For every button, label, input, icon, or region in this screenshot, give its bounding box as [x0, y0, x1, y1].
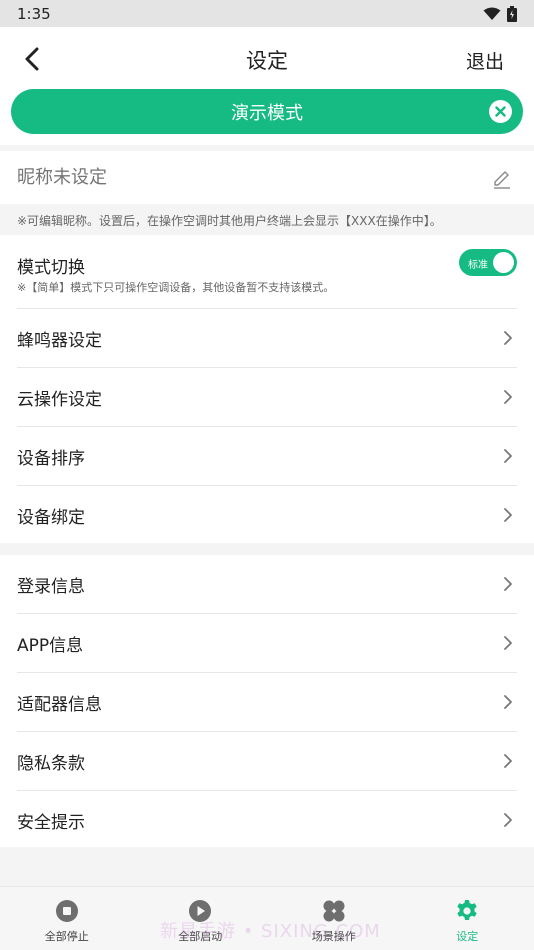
mode-switch-description: ※【简单】模式下只可操作空调设备，其他设备暂不支持该模式。 — [17, 281, 335, 294]
tab-settings[interactable]: 设定 — [401, 887, 534, 950]
chevron-right-icon — [504, 449, 512, 463]
chevron-right-icon — [504, 636, 512, 650]
settings-item-safety-tips[interactable]: 安全提示 — [17, 791, 517, 850]
settings-section-2: 登录信息 APP信息 适配器信息 隐私条款 安全提示 — [0, 555, 534, 847]
settings-item-buzzer[interactable]: 蜂鸣器设定 — [17, 309, 517, 368]
settings-item-privacy-policy[interactable]: 隐私条款 — [17, 732, 517, 791]
status-time: 1:35 — [17, 4, 51, 23]
back-button[interactable] — [16, 43, 48, 75]
mode-toggle[interactable]: 标准 — [459, 249, 517, 276]
clover-icon — [323, 900, 345, 922]
demo-banner-container: 演示模式 — [0, 89, 534, 145]
mode-toggle-text: 标准 — [468, 260, 488, 271]
header: 设定 退出 — [0, 27, 534, 89]
status-icons — [483, 5, 517, 22]
logout-button[interactable]: 退出 — [466, 47, 504, 74]
chevron-right-icon — [504, 331, 512, 345]
tab-label: 场景操作 — [311, 930, 356, 943]
tab-stop-all[interactable]: 全部停止 — [0, 887, 134, 950]
chevron-right-icon — [504, 577, 512, 591]
settings-item-adapter-info[interactable]: 适配器信息 — [17, 673, 517, 732]
chevron-right-icon — [504, 508, 512, 522]
battery-icon — [507, 5, 517, 22]
page-title: 设定 — [246, 49, 288, 73]
nickname-row — [0, 151, 534, 204]
pencil-icon[interactable] — [491, 167, 513, 189]
demo-mode-banner: 演示模式 — [11, 89, 523, 134]
settings-item-label: 登录信息 — [17, 576, 85, 597]
play-circle-icon — [189, 900, 212, 922]
demo-mode-close-button[interactable] — [489, 100, 512, 123]
settings-item-label: 设备绑定 — [17, 508, 85, 528]
settings-item-device-binding[interactable]: 设备绑定 — [17, 486, 517, 545]
settings-item-app-info[interactable]: APP信息 — [17, 614, 517, 673]
gear-icon — [457, 900, 477, 920]
mode-switch-row: 模式切换 ※【简单】模式下只可操作空调设备，其他设备暂不支持该模式。 标准 — [17, 235, 517, 309]
settings-item-label: 蜂鸣器设定 — [17, 330, 102, 351]
tab-scene-operation[interactable]: 场景操作 — [267, 887, 401, 950]
tab-label: 全部停止 — [44, 930, 89, 943]
settings-item-label: 云操作设定 — [17, 389, 102, 410]
bottom-tab-bar: 全部停止 全部启动 场景操作 设定 — [0, 886, 534, 950]
tab-label: 全部启动 — [178, 930, 223, 943]
settings-item-login-info[interactable]: 登录信息 — [17, 555, 517, 614]
toggle-knob — [493, 252, 514, 273]
stop-circle-icon — [55, 900, 78, 922]
settings-item-label: 隐私条款 — [17, 753, 85, 774]
mode-switch-label: 模式切换 — [17, 258, 85, 278]
chevron-right-icon — [504, 754, 512, 768]
chevron-left-icon — [25, 47, 39, 71]
close-icon — [495, 106, 506, 117]
chevron-right-icon — [504, 390, 512, 404]
settings-item-cloud-operation[interactable]: 云操作设定 — [17, 368, 517, 427]
settings-section-1: 模式切换 ※【简单】模式下只可操作空调设备，其他设备暂不支持该模式。 标准 蜂鸣… — [0, 235, 534, 543]
settings-item-label: 设备排序 — [17, 448, 85, 469]
settings-item-label: 安全提示 — [17, 813, 85, 833]
wifi-icon — [483, 7, 501, 20]
chevron-right-icon — [504, 695, 512, 709]
settings-item-device-sort[interactable]: 设备排序 — [17, 427, 517, 486]
tab-start-all[interactable]: 全部启动 — [134, 887, 268, 950]
status-bar: 1:35 — [0, 0, 534, 27]
demo-mode-label: 演示模式 — [231, 102, 303, 124]
nickname-field[interactable] — [17, 167, 491, 188]
chevron-right-icon — [504, 813, 512, 827]
nickname-hint: ※可编辑昵称。设置后，在操作空调时其他用户终端上会显示【XXX在操作中】。 — [17, 214, 442, 228]
settings-item-label: 适配器信息 — [17, 694, 102, 715]
tab-label: 设定 — [456, 930, 479, 943]
settings-item-label: APP信息 — [17, 635, 84, 656]
